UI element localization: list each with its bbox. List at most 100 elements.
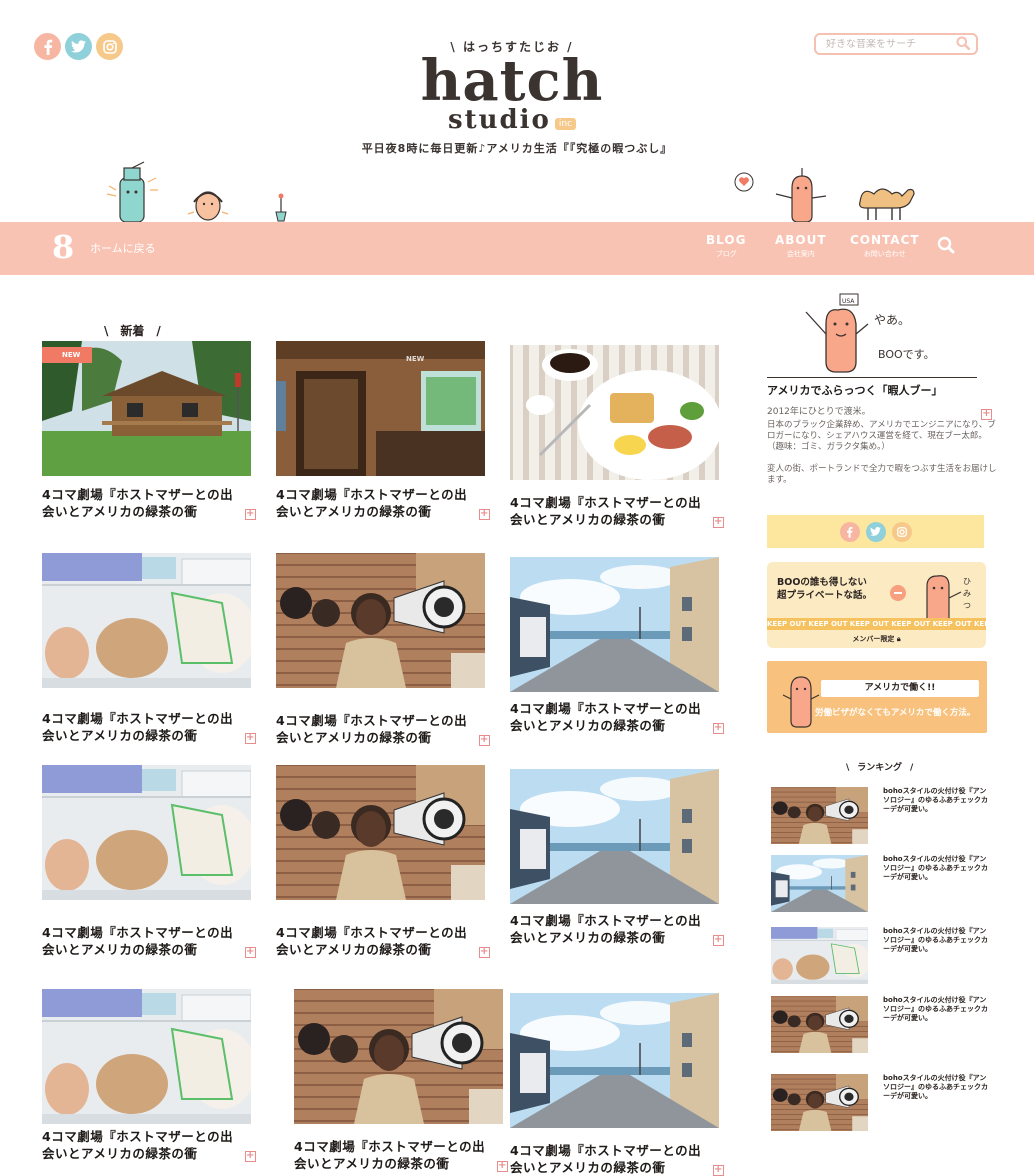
post-title[interactable]: 4コマ劇場『ホストマザーとの出会いとアメリカの緑茶の衝 + bbox=[510, 494, 724, 528]
instagram-icon[interactable] bbox=[891, 521, 912, 542]
post-card[interactable]: 4コマ劇場『ホストマザーとの出会いとアメリカの緑茶の衝 + bbox=[276, 553, 490, 746]
ranking-title[interactable]: bohoスタイルの火付け役『アンソロジー』のゆるふあチェックカーデが可愛い。 bbox=[883, 996, 993, 1023]
facebook-icon[interactable] bbox=[839, 521, 860, 542]
read-more-plus-icon[interactable]: + bbox=[713, 935, 724, 946]
post-card[interactable]: 4コマ劇場『ホストマザーとの出会いとアメリカの緑茶の衝 + bbox=[510, 557, 724, 734]
private-story-banner[interactable]: BOOの誰も得しない 超プライベートな話。 ひ み つ KEEP OUT KEE… bbox=[767, 562, 986, 648]
twitter-icon[interactable] bbox=[65, 33, 92, 60]
logo-subtitle: studio bbox=[447, 105, 551, 135]
post-thumbnail[interactable] bbox=[510, 557, 719, 692]
main-navigation: 8 ホームに戻る BLOG ブログ ABOUT 会社案内 CONTACT お問い… bbox=[0, 222, 1034, 275]
nav-item-contact[interactable]: CONTACT お問い合わせ bbox=[850, 233, 920, 259]
read-more-plus-icon[interactable]: + bbox=[713, 1165, 724, 1176]
ranking-item[interactable]: bohoスタイルの火付け役『アンソロジー』のゆるふあチェックカーデが可愛い。 bbox=[771, 927, 991, 985]
post-thumbnail[interactable] bbox=[510, 769, 719, 904]
post-title[interactable]: 4コマ劇場『ホストマザーとの出会いとアメリカの緑茶の衝 + bbox=[510, 1142, 724, 1176]
ranking-item[interactable]: bohoスタイルの火付け役『アンソロジー』のゆるふあチェックカーデが可愛い。 bbox=[771, 996, 991, 1054]
post-thumbnail[interactable]: NEW bbox=[276, 341, 485, 476]
ranking-thumbnail[interactable] bbox=[771, 787, 868, 844]
post-title[interactable]: 4コマ劇場『ホストマザーとの出会いとアメリカの緑茶の衝 + bbox=[510, 912, 724, 946]
read-more-plus-icon[interactable]: + bbox=[245, 1151, 256, 1162]
section-heading-newest: 新着 bbox=[104, 322, 161, 339]
read-more-plus-icon[interactable]: + bbox=[479, 947, 490, 958]
post-card[interactable]: NEW 4コマ劇場『ホストマザーとの出会いとアメリカの緑茶の衝 + bbox=[276, 341, 490, 520]
headphone-character-illustration bbox=[187, 191, 229, 221]
nav-item-sublabel: ブログ bbox=[715, 250, 737, 258]
boo-character-illustration bbox=[775, 168, 827, 223]
post-title[interactable]: 4コマ劇場『ホストマザーとの出会いとアメリカの緑茶の衝 + bbox=[276, 712, 490, 746]
ranking-thumbnail[interactable] bbox=[771, 1074, 868, 1131]
post-title[interactable]: 4コマ劇場『ホストマザーとの出会いとアメリカの緑茶の衝 + bbox=[42, 710, 256, 744]
read-more-plus-icon[interactable]: + bbox=[479, 735, 490, 746]
ranking-title[interactable]: bohoスタイルの火付け役『アンソロジー』のゆるふあチェックカーデが可愛い。 bbox=[883, 1074, 993, 1101]
post-title[interactable]: 4コマ劇場『ホストマザーとの出会いとアメリカの緑茶の衝 + bbox=[294, 1138, 508, 1172]
instagram-icon[interactable] bbox=[96, 33, 123, 60]
post-thumbnail[interactable] bbox=[42, 989, 251, 1124]
read-more-plus-icon[interactable]: + bbox=[479, 509, 490, 520]
members-only-label: メンバー限定 🔒︎ bbox=[852, 635, 901, 643]
post-thumbnail[interactable] bbox=[276, 553, 485, 688]
site-logo[interactable]: はっちすたじお hatch studioinc bbox=[397, 38, 627, 133]
ranking-thumbnail[interactable] bbox=[771, 855, 868, 912]
ranking-thumbnail[interactable] bbox=[771, 996, 868, 1053]
post-title[interactable]: 4コマ劇場『ホストマザーとの出会いとアメリカの緑茶の衝 + bbox=[42, 486, 256, 520]
nav-search-icon[interactable] bbox=[937, 236, 955, 258]
ranking-item[interactable]: bohoスタイルの火付け役『アンソロジー』のゆるふあチェックカーデが可愛い。 bbox=[771, 855, 991, 913]
profile-divider bbox=[767, 377, 977, 378]
read-more-plus-icon[interactable]: + bbox=[497, 1161, 508, 1172]
svg-text:み: み bbox=[963, 589, 971, 598]
ranking-title[interactable]: bohoスタイルの火付け役『アンソロジー』のゆるふあチェックカーデが可愛い。 bbox=[883, 787, 993, 814]
post-title[interactable]: 4コマ劇場『ホストマザーとの出会いとアメリカの緑茶の衝 + bbox=[510, 700, 724, 734]
post-thumbnail[interactable] bbox=[510, 345, 719, 480]
header-social-links bbox=[34, 33, 123, 60]
post-card[interactable]: NEW 4コマ劇場『ホストマザーとの出会いとアメリカの緑茶の衝 + bbox=[42, 341, 256, 520]
read-more-plus-icon[interactable]: + bbox=[713, 517, 724, 528]
post-thumbnail[interactable] bbox=[294, 989, 503, 1124]
post-title[interactable]: 4コマ劇場『ホストマザーとの出会いとアメリカの緑茶の衝 + bbox=[42, 1128, 256, 1162]
nav-item-blog[interactable]: BLOG ブログ bbox=[706, 233, 746, 259]
ranking-item[interactable]: bohoスタイルの火付け役『アンソロジー』のゆるふあチェックカーデが可愛い。 bbox=[771, 1074, 991, 1132]
post-card[interactable]: 4コマ劇場『ホストマザーとの出会いとアメリカの緑茶の衝 + bbox=[510, 345, 724, 528]
read-more-plus-icon[interactable]: + bbox=[245, 509, 256, 520]
post-card[interactable]: 4コマ劇場『ホストマザーとの出会いとアメリカの緑茶の衝 + bbox=[42, 989, 256, 1162]
post-title[interactable]: 4コマ劇場『ホストマザーとの出会いとアメリカの緑茶の衝 + bbox=[276, 924, 490, 958]
read-more-plus-icon[interactable]: + bbox=[245, 947, 256, 958]
post-thumbnail[interactable] bbox=[42, 553, 251, 688]
post-card[interactable]: 4コマ劇場『ホストマザーとの出会いとアメリカの緑茶の衝 + bbox=[42, 553, 256, 744]
ranking-title[interactable]: bohoスタイルの火付け役『アンソロジー』のゆるふあチェックカーデが可愛い。 bbox=[883, 855, 993, 882]
read-more-plus-icon[interactable]: + bbox=[713, 723, 724, 734]
search-input[interactable] bbox=[826, 38, 954, 50]
nav-home-link[interactable]: ホームに戻る bbox=[90, 240, 156, 256]
post-title[interactable]: 4コマ劇場『ホストマザーとの出会いとアメリカの緑茶の衝 + bbox=[42, 924, 256, 958]
read-more-plus-icon[interactable]: + bbox=[245, 733, 256, 744]
heart-bubble-icon bbox=[734, 172, 754, 192]
ranking-thumbnail[interactable] bbox=[771, 927, 868, 984]
post-card[interactable]: 4コマ劇場『ホストマザーとの出会いとアメリカの緑茶の衝 + bbox=[276, 765, 490, 958]
nav-logo-number[interactable]: 8 bbox=[52, 228, 74, 266]
work-in-america-banner[interactable]: アメリカで働く!! 労働ビザがなくてもアメリカで働く方法。 bbox=[767, 661, 987, 733]
profile-since: 2012年にひとりで渡米。 bbox=[767, 407, 871, 417]
facebook-icon[interactable] bbox=[34, 33, 61, 60]
search-icon[interactable] bbox=[956, 35, 971, 54]
profile-more-button[interactable]: + bbox=[981, 409, 992, 420]
post-thumbnail[interactable] bbox=[42, 765, 251, 900]
work-banner-text: 労働ビザがなくてもアメリカで働く方法。 bbox=[815, 708, 976, 718]
post-title[interactable]: 4コマ劇場『ホストマザーとの出会いとアメリカの緑茶の衝 + bbox=[276, 486, 490, 520]
post-thumbnail[interactable] bbox=[510, 993, 719, 1128]
ranking-item[interactable]: bohoスタイルの火付け役『アンソロジー』のゆるふあチェックカーデが可愛い。 bbox=[771, 787, 991, 845]
bottle-character-illustration bbox=[106, 161, 158, 222]
post-thumbnail[interactable]: NEW bbox=[42, 341, 251, 476]
post-card[interactable]: 4コマ劇場『ホストマザーとの出会いとアメリカの緑茶の衝 + bbox=[42, 765, 256, 958]
work-banner-button[interactable]: アメリカで働く!! bbox=[821, 680, 979, 697]
twitter-icon[interactable] bbox=[865, 521, 886, 542]
post-card[interactable]: 4コマ劇場『ホストマザーとの出会いとアメリカの緑茶の衝 + bbox=[510, 769, 724, 946]
post-card[interactable]: 4コマ劇場『ホストマザーとの出会いとアメリカの緑茶の衝 + bbox=[510, 993, 724, 1176]
nav-item-about[interactable]: ABOUT 会社案内 bbox=[775, 233, 827, 259]
post-card[interactable]: 4コマ劇場『ホストマザーとの出会いとアメリカの緑茶の衝 + bbox=[294, 989, 508, 1172]
ranking-title[interactable]: bohoスタイルの火付け役『アンソロジー』のゆるふあチェックカーデが可愛い。 bbox=[883, 927, 993, 954]
logo-wordmark: hatch bbox=[420, 48, 604, 114]
svg-text:ひ: ひ bbox=[963, 577, 971, 586]
new-badge: NEW bbox=[42, 347, 93, 363]
post-thumbnail[interactable] bbox=[276, 765, 485, 900]
boo-peek-illustration: ひ み つ bbox=[926, 575, 971, 620]
